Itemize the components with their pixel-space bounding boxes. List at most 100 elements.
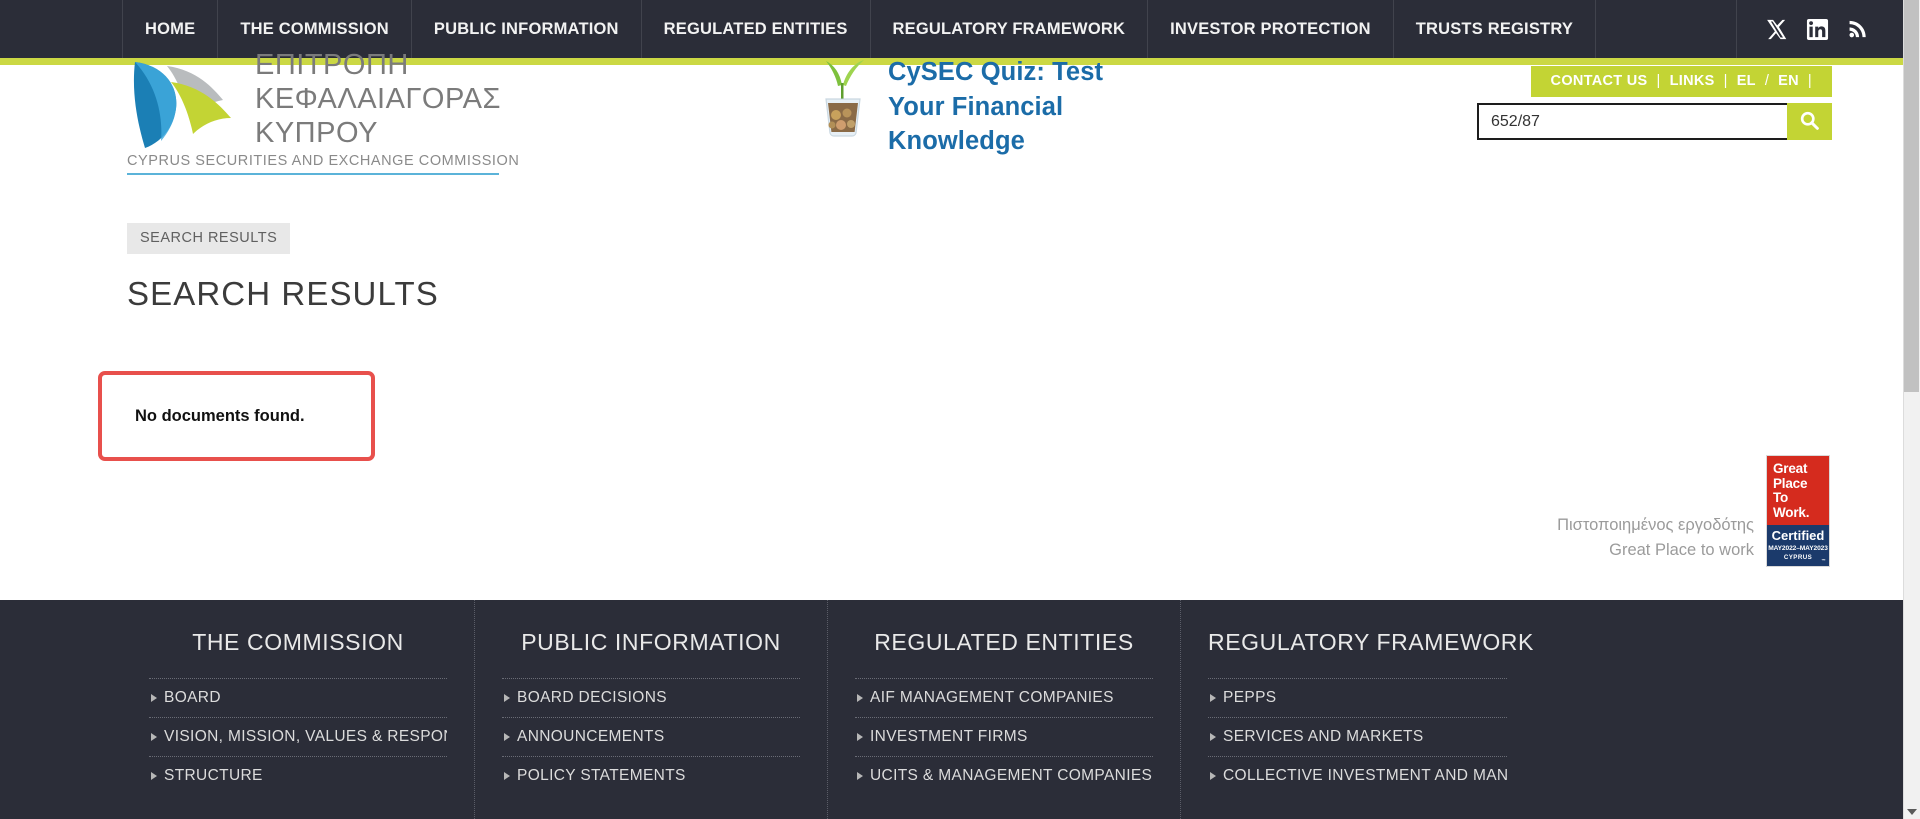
footer-link-label: INVESTMENT FIRMS <box>870 728 1028 745</box>
footer-link-list: AIF MANAGEMENT COMPANIES INVESTMENT FIRM… <box>855 678 1153 795</box>
scroll-down-arrow-icon[interactable] <box>1907 809 1917 815</box>
site-logo[interactable]: ΕΠΙΤΡΟΠΗ ΚΕΦΑΛΑΙΑΓΟΡΑΣ ΚΥΠΡΟΥ CYPRUS SEC… <box>127 48 519 175</box>
footer-link[interactable]: ANNOUNCEMENTS <box>502 717 800 756</box>
logo-greek-text: ΕΠΙΤΡΟΠΗ ΚΕΦΑΛΑΙΑΓΟΡΑΣ ΚΥΠΡΟΥ <box>255 48 501 150</box>
gptw-badge-line-4: Work. <box>1773 504 1810 520</box>
chevron-right-icon <box>504 772 510 780</box>
nav-item-label: PUBLIC INFORMATION <box>433 19 619 38</box>
footer-column-regulated-entities: REGULATED ENTITIES AIF MANAGEMENT COMPAN… <box>828 600 1181 819</box>
chevron-right-icon <box>1210 772 1216 780</box>
footer-column-title: REGULATED ENTITIES <box>874 629 1134 655</box>
nav-item-regulatory-framework[interactable]: REGULATORY FRAMEWORK <box>871 0 1149 58</box>
footer-link[interactable]: BOARD <box>149 678 447 717</box>
gptw-badge-headline: Great Place To Work. <box>1767 456 1829 525</box>
nav-item-label: REGULATED ENTITIES <box>663 19 848 38</box>
nav-item-investor-protection[interactable]: INVESTOR PROTECTION <box>1148 0 1394 58</box>
nav-item-regulated-entities[interactable]: REGULATED ENTITIES <box>642 0 871 58</box>
cysec-logo-mark <box>127 56 239 151</box>
breadcrumb[interactable]: SEARCH RESULTS <box>127 223 291 254</box>
footer-column-title: PUBLIC INFORMATION <box>521 629 781 655</box>
footer-column-public-information: PUBLIC INFORMATION BOARD DECISIONS ANNOU… <box>475 600 828 819</box>
footer-link-label: UCITS & MANAGEMENT COMPANIES <box>870 767 1153 784</box>
logo-greek-line-1: ΕΠΙΤΡΟΠΗ <box>255 49 409 81</box>
footer-link-label: SERVICES AND MARKETS <box>1223 728 1424 745</box>
footer-link[interactable]: COLLECTIVE INVESTMENT AND MANAGERS <box>1208 756 1507 795</box>
chevron-right-icon <box>857 772 863 780</box>
contact-us-link[interactable]: CONTACT US <box>1551 73 1648 89</box>
links-link[interactable]: LINKS <box>1670 73 1715 89</box>
chevron-right-icon <box>857 733 863 741</box>
footer-link-label: ANNOUNCEMENTS <box>517 728 665 745</box>
gptw-country: CYPRUS ™ <box>1767 554 1829 566</box>
language-en-link[interactable]: EN <box>1778 73 1799 89</box>
footer-link[interactable]: UCITS & MANAGEMENT COMPANIES <box>855 756 1153 795</box>
nav-left-spacer <box>0 0 122 58</box>
social-links <box>1736 0 1903 58</box>
search-button[interactable] <box>1787 103 1832 140</box>
footer-link[interactable]: INVESTMENT FIRMS <box>855 717 1153 756</box>
logo-greek-line-2: ΚΕΦΑΛΑΙΑΓΟΡΑΣ <box>255 83 501 115</box>
search-icon <box>1799 110 1820 134</box>
footer-link[interactable]: PEPPS <box>1208 678 1507 717</box>
gptw-dates: MAY2022–MAY2023 <box>1767 545 1829 554</box>
footer-link-label: COLLECTIVE INVESTMENT AND MANAGERS <box>1223 767 1507 784</box>
rss-icon[interactable] <box>1843 14 1873 44</box>
cysec-quiz-banner[interactable]: CySEC Quiz: Test Your Financial Knowledg… <box>812 55 1103 159</box>
utility-bar: CONTACT US | LINKS | EL / EN | <box>1530 66 1832 97</box>
quiz-title: CySEC Quiz: Test Your Financial Knowledg… <box>888 58 1104 155</box>
seedling-in-jar-icon <box>812 55 874 139</box>
footer-link[interactable]: POLICY STATEMENTS <box>502 756 800 795</box>
footer-link[interactable]: STRUCTURE <box>149 756 447 795</box>
gptw-certified-label: Certified <box>1767 525 1829 545</box>
nav-item-label: REGULATORY FRAMEWORK <box>892 19 1126 38</box>
nav-item-label: HOME <box>145 19 196 38</box>
x-twitter-icon[interactable] <box>1761 14 1791 44</box>
no-results-alert: No documents found. <box>98 371 375 461</box>
footer-column-title: REGULATORY FRAMEWORK <box>1208 629 1534 655</box>
footer-link-label: BOARD <box>164 689 221 706</box>
search-input[interactable] <box>1477 103 1787 140</box>
nav-item-label: TRUSTS REGISTRY <box>1415 19 1574 38</box>
footer-link-label: POLICY STATEMENTS <box>517 767 686 784</box>
chevron-right-icon <box>151 772 157 780</box>
footer-column-regulatory-framework: REGULATORY FRAMEWORK PEPPS SERVICES AND … <box>1181 600 1534 819</box>
linkedin-icon[interactable] <box>1802 14 1832 44</box>
logo-english-text: CYPRUS SECURITIES AND EXCHANGE COMMISSIO… <box>127 153 519 175</box>
chevron-right-icon <box>1210 733 1216 741</box>
footer-column-title: THE COMMISSION <box>192 629 404 655</box>
utility-separator: | <box>1723 73 1728 89</box>
no-results-message: No documents found. <box>135 406 305 425</box>
great-place-to-work-block: Πιστοποιημένος εργοδότης Great Place to … <box>1557 455 1830 567</box>
gptw-caption: Πιστοποιημένος εργοδότης Great Place to … <box>1557 516 1754 559</box>
footer-link[interactable]: SERVICES AND MARKETS <box>1208 717 1507 756</box>
footer-link-label: PEPPS <box>1223 689 1277 706</box>
gptw-badge-line-3: To <box>1773 490 1789 505</box>
page-scrollbar[interactable] <box>1903 0 1920 819</box>
site-search <box>1477 103 1832 140</box>
footer-link-list: BOARD DECISIONS ANNOUNCEMENTS POLICY STA… <box>502 678 800 795</box>
footer-link-label: STRUCTURE <box>164 767 263 784</box>
page-root: HOME THE COMMISSION PUBLIC INFORMATION R… <box>0 0 1920 819</box>
chevron-right-icon <box>151 694 157 702</box>
logo-greek-line-3: ΚΥΠΡΟΥ <box>255 117 378 149</box>
chevron-right-icon <box>504 694 510 702</box>
footer-link-label: AIF MANAGEMENT COMPANIES <box>870 689 1114 706</box>
gptw-country-label: CYPRUS <box>1783 554 1813 561</box>
footer-link-label: BOARD DECISIONS <box>517 689 667 706</box>
footer-link[interactable]: BOARD DECISIONS <box>502 678 800 717</box>
footer-link-list: PEPPS SERVICES AND MARKETS COLLECTIVE IN… <box>1208 678 1507 795</box>
site-footer: THE COMMISSION BOARD VISION, MISSION, VA… <box>0 600 1903 819</box>
utility-separator: | <box>1656 73 1661 89</box>
footer-link-list: BOARD VISION, MISSION, VALUES & RESPONSI… <box>149 678 447 795</box>
page-title: SEARCH RESULTS <box>127 275 439 312</box>
footer-link[interactable]: VISION, MISSION, VALUES & RESPONSIBILITI… <box>149 717 447 756</box>
footer-column-the-commission: THE COMMISSION BOARD VISION, MISSION, VA… <box>122 600 475 819</box>
language-slash: / <box>1764 73 1770 89</box>
scrollbar-thumb[interactable] <box>1904 0 1919 392</box>
language-el-link[interactable]: EL <box>1737 73 1756 89</box>
nav-item-label: INVESTOR PROTECTION <box>1170 19 1371 38</box>
nav-item-trusts-registry[interactable]: TRUSTS REGISTRY <box>1394 0 1597 58</box>
footer-link[interactable]: AIF MANAGEMENT COMPANIES <box>855 678 1153 717</box>
chevron-right-icon <box>857 694 863 702</box>
utility-separator: | <box>1807 73 1812 89</box>
